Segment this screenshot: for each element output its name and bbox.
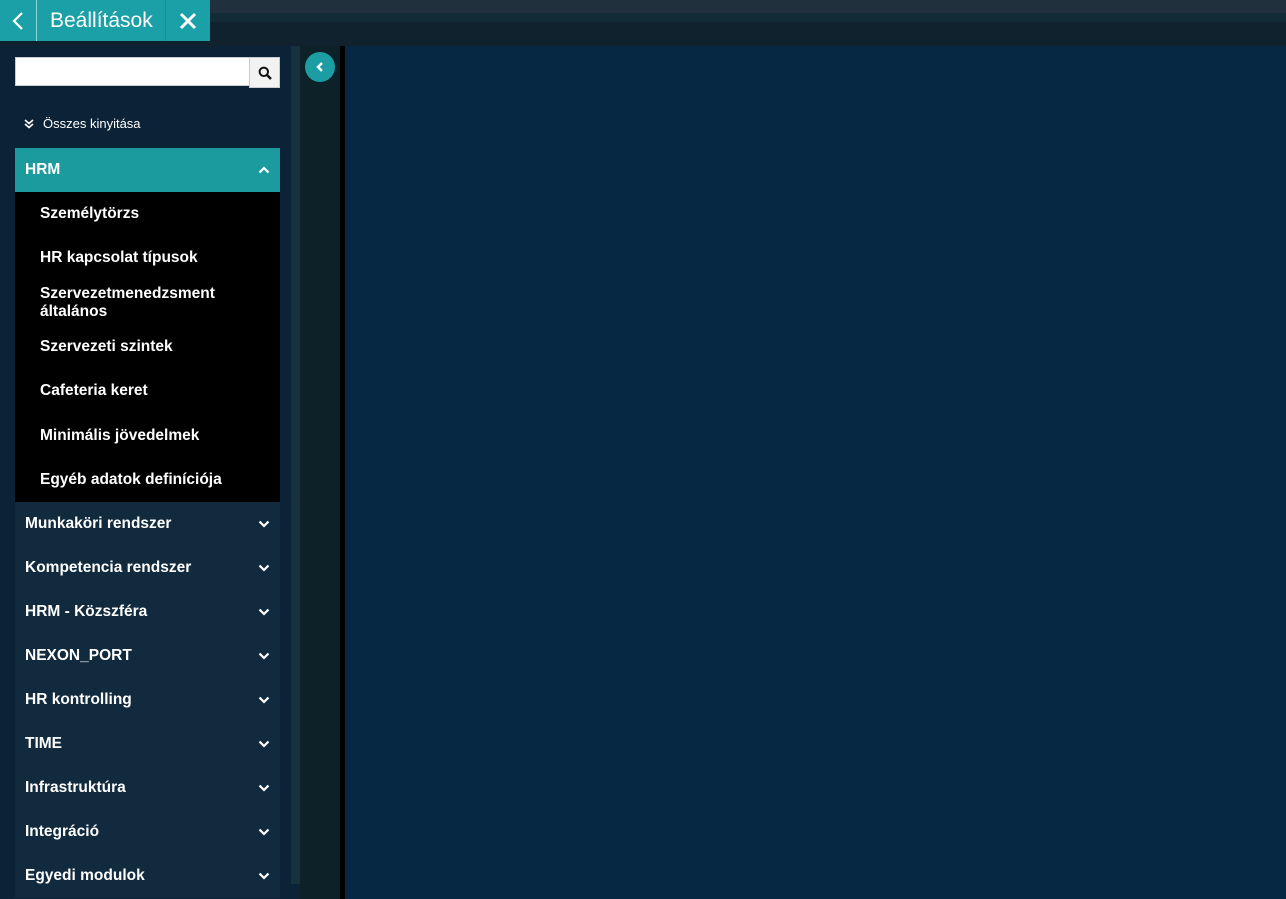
section-label: TIME: [25, 735, 63, 753]
search-input[interactable]: [15, 57, 249, 86]
chevron-down-icon: [258, 652, 270, 660]
section-egyedi-modulok[interactable]: Egyedi modulok: [15, 854, 280, 899]
chevron-down-icon: [258, 608, 270, 616]
search-icon: [258, 66, 272, 80]
double-chevron-down-icon: [15, 118, 43, 129]
back-button[interactable]: [0, 0, 37, 41]
section-infrastruktura[interactable]: Infrastruktúra: [15, 766, 280, 811]
submenu-item-egyeb-adatok[interactable]: Egyéb adatok definíciója: [15, 458, 280, 502]
section-label: HR kontrolling: [25, 691, 132, 709]
section-label: NEXON_PORT: [25, 647, 132, 665]
submenu-item-hr-kapcsolat-tipusok[interactable]: HR kapcsolat típusok: [15, 236, 280, 280]
section-integracio[interactable]: Integráció: [15, 810, 280, 855]
expand-all-button[interactable]: Összes kinyitása: [15, 106, 280, 141]
submenu-item-szemelytorzs[interactable]: Személytörzs: [15, 192, 280, 236]
close-button[interactable]: [165, 0, 210, 41]
sidebar-scrollbar[interactable]: [291, 46, 300, 884]
chevron-up-icon: [258, 166, 270, 174]
chevron-down-icon: [258, 740, 270, 748]
section-label: Munkaköri rendszer: [25, 515, 172, 533]
section-label: Egyedi modulok: [25, 867, 145, 885]
section-hrm-kozszfera[interactable]: HRM - Közszféra: [15, 590, 280, 635]
section-hrm[interactable]: HRM: [15, 148, 280, 192]
section-label: HRM: [25, 161, 61, 178]
section-label: Kompetencia rendszer: [25, 559, 192, 577]
chevron-left-icon: [316, 62, 323, 72]
chevron-down-icon: [258, 784, 270, 792]
settings-menu: HRM Személytörzs HR kapcsolat típusok Sz…: [15, 148, 280, 899]
chevron-left-icon: [12, 11, 23, 30]
chevron-down-icon: [258, 520, 270, 528]
chevron-down-icon: [258, 564, 270, 572]
page-title: Beállítások: [37, 0, 166, 41]
section-time[interactable]: TIME: [15, 722, 280, 767]
settings-sidebar: Összes kinyitása HRM Személytörzs HR kap…: [0, 46, 300, 899]
main-content-area: [345, 46, 1286, 899]
submenu-item-szervezeti-szintek[interactable]: Szervezeti szintek: [15, 325, 280, 369]
section-label: Integráció: [25, 823, 100, 841]
section-hr-kontrolling[interactable]: HR kontrolling: [15, 678, 280, 723]
collapse-column: [300, 46, 340, 899]
settings-header: Beállítások: [0, 0, 210, 41]
collapse-sidebar-button[interactable]: [305, 52, 335, 82]
section-kompetencia-rendszer[interactable]: Kompetencia rendszer: [15, 546, 280, 591]
submenu-item-minimalis-jovedelmek[interactable]: Minimális jövedelmek: [15, 413, 280, 457]
search-button[interactable]: [249, 57, 280, 88]
chevron-down-icon: [258, 696, 270, 704]
close-icon: [179, 12, 196, 29]
chevron-down-icon: [258, 828, 270, 836]
section-nexon-port[interactable]: NEXON_PORT: [15, 634, 280, 679]
section-munkakori-rendszer[interactable]: Munkaköri rendszer: [15, 502, 280, 547]
chevron-down-icon: [258, 872, 270, 880]
submenu-item-szervezetmenedzsment[interactable]: Szervezetmenedzsment általános: [15, 281, 280, 325]
submenu-item-cafeteria-keret[interactable]: Cafeteria keret: [15, 369, 280, 413]
section-label: HRM - Közszféra: [25, 603, 148, 621]
section-label: Infrastruktúra: [25, 779, 126, 797]
hrm-submenu: Személytörzs HR kapcsolat típusok Szerve…: [15, 192, 280, 503]
expand-all-label: Összes kinyitása: [43, 116, 141, 131]
search-box: [15, 57, 280, 88]
